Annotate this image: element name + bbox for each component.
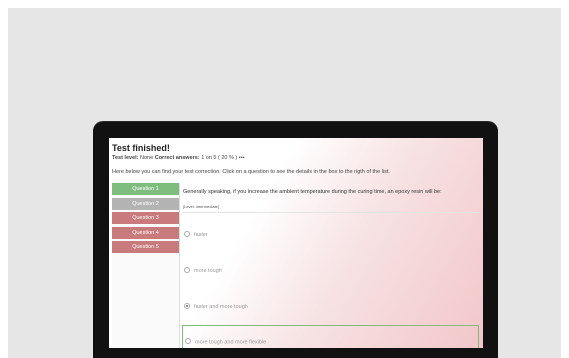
correct-answers-value: 1 on 5 ( 20 % ) [201,155,238,161]
answer-label: more tough [194,268,222,274]
question-level: [Level: intermediate] [183,204,220,209]
answer-label: faster [194,232,208,238]
radio-icon[interactable] [185,338,191,344]
test-results-screen: Test finished! Test level: None Correct … [109,138,483,348]
answer-label: faster and more tough [194,304,248,310]
test-level-value: None [140,155,154,161]
question-list: Question 1 Question 2 Question 3 Questio… [112,183,180,348]
answer-label: more tough and more flexible [195,339,267,346]
question-text: Generally speaking, if you increase the … [183,189,442,195]
test-level-label: Test level: [112,155,139,161]
more-icon[interactable]: ••• [239,155,245,161]
question-item-4[interactable]: Question 4 [112,226,179,239]
test-summary: Test level: None Correct answers: 1 on 5… [112,155,245,161]
radio-icon[interactable] [184,266,190,273]
divider [183,212,479,213]
radio-checked-icon[interactable] [184,302,190,309]
question-item-2[interactable]: Question 2 [112,197,179,210]
answer-option-selected[interactable]: faster and more tough [182,301,479,313]
instructions-main: Here below you can find your test correc… [112,169,327,175]
instructions-emphasis: box to the rigth of the list. [328,169,390,175]
correct-answers-label: Correct answers: [154,155,200,161]
question-item-5[interactable]: Question 5 [112,241,179,253]
answer-option-correct[interactable]: more tough and more flexible [182,325,479,348]
question-item-1[interactable]: Question 1 [112,183,179,195]
answer-option[interactable]: more tough [182,265,479,277]
question-item-3[interactable]: Question 3 [112,212,179,224]
radio-icon[interactable] [184,230,190,237]
answer-option[interactable]: faster [182,229,479,241]
instructions-text: Here below you can find your test correc… [112,169,390,175]
page-title: Test finished! [112,143,170,153]
answer-correct-content: more tough and more flexible [183,338,267,346]
